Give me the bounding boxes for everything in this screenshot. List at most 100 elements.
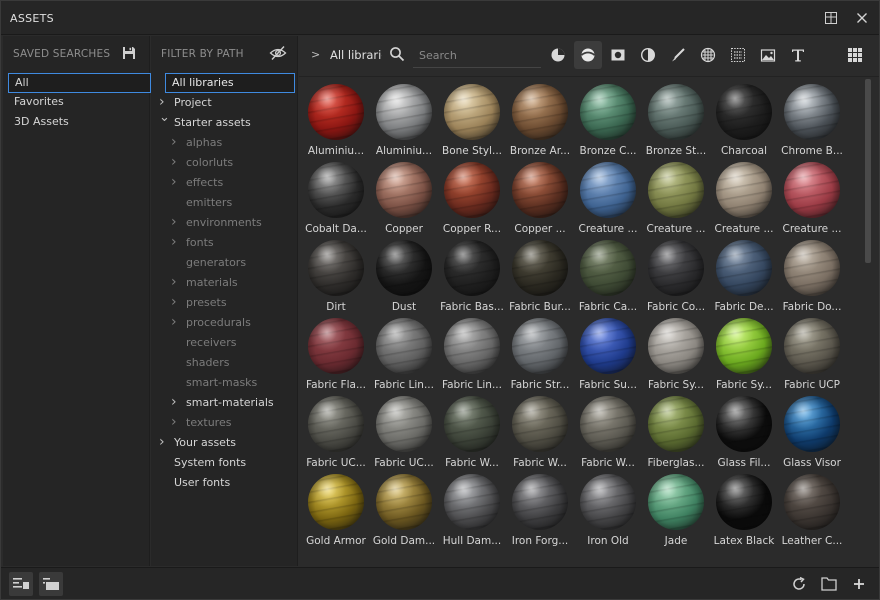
asset-tile[interactable]: Creature ...: [778, 158, 846, 236]
chevron-right-icon[interactable]: ›: [171, 132, 181, 152]
close-icon[interactable]: [854, 10, 870, 26]
asset-tile[interactable]: Fabric W...: [506, 392, 574, 470]
asset-tile[interactable]: Fabric Co...: [642, 236, 710, 314]
asset-tile[interactable]: Dust: [370, 236, 438, 314]
asset-tile[interactable]: Gold Dam...: [370, 470, 438, 548]
chevron-right-icon[interactable]: ›: [171, 272, 181, 292]
asset-label: Hull Dam...: [442, 535, 502, 547]
dock-window-icon[interactable]: [823, 10, 839, 26]
chevron-right-icon[interactable]: ›: [171, 292, 181, 312]
asset-label: Leather C...: [781, 535, 843, 547]
hide-icon[interactable]: [269, 45, 287, 61]
tree-item-label: colorluts: [186, 156, 234, 169]
environment-filter-icon[interactable]: [754, 41, 782, 69]
material-filter-icon[interactable]: [544, 41, 572, 69]
saved-search-item[interactable]: 3D Assets: [8, 113, 151, 133]
thumbnail-shading: [580, 240, 636, 296]
asset-tile[interactable]: Leather C...: [778, 470, 846, 548]
alpha-filter-icon[interactable]: [694, 41, 722, 69]
saved-search-item[interactable]: All: [8, 73, 151, 93]
asset-tile[interactable]: Fabric Bas...: [438, 236, 506, 314]
asset-tile[interactable]: Aluminiu...: [370, 80, 438, 158]
asset-tile[interactable]: Glass Fil...: [710, 392, 778, 470]
list-view-icon[interactable]: [9, 572, 33, 596]
asset-tile[interactable]: Fabric UCP: [778, 314, 846, 392]
asset-tile[interactable]: Bronze C...: [574, 80, 642, 158]
breadcrumb[interactable]: All libraries: [330, 48, 382, 62]
thumbnail-shading: [376, 240, 432, 296]
add-icon[interactable]: [847, 572, 871, 596]
font-filter-icon[interactable]: [784, 41, 812, 69]
asset-tile[interactable]: Hull Dam...: [438, 470, 506, 548]
asset-tile[interactable]: Fabric Bur...: [506, 236, 574, 314]
asset-tile[interactable]: Iron Old: [574, 470, 642, 548]
asset-tile[interactable]: Bronze St...: [642, 80, 710, 158]
refresh-icon[interactable]: [787, 572, 811, 596]
chevron-down-icon[interactable]: ⌄: [159, 108, 170, 128]
asset-tile[interactable]: Glass Visor: [778, 392, 846, 470]
asset-tile[interactable]: Fabric Ca...: [574, 236, 642, 314]
asset-tile[interactable]: Fabric UC...: [370, 392, 438, 470]
save-search-icon[interactable]: [121, 45, 137, 61]
asset-tile[interactable]: Dirt: [302, 236, 370, 314]
scrollbar-thumb[interactable]: [865, 79, 871, 263]
asset-tile[interactable]: Iron Forg...: [506, 470, 574, 548]
chevron-right-icon[interactable]: ›: [171, 172, 181, 192]
asset-tile[interactable]: Fabric Do...: [778, 236, 846, 314]
asset-tile[interactable]: Copper ...: [506, 158, 574, 236]
new-folder-icon[interactable]: [817, 572, 841, 596]
thumbnail-shading: [648, 474, 704, 530]
chevron-right-icon[interactable]: ›: [171, 212, 181, 232]
asset-tile[interactable]: Fabric Str...: [506, 314, 574, 392]
asset-tile[interactable]: Fabric Lin...: [370, 314, 438, 392]
brush-filter-icon[interactable]: [664, 41, 692, 69]
grid-view-icon[interactable]: [39, 572, 63, 596]
view-grid-icon[interactable]: [841, 41, 869, 69]
chevron-right-icon[interactable]: ›: [159, 432, 169, 452]
asset-tile[interactable]: Cobalt Da...: [302, 158, 370, 236]
asset-tile[interactable]: Bone Styl...: [438, 80, 506, 158]
asset-tile[interactable]: Fiberglas...: [642, 392, 710, 470]
asset-tile[interactable]: Fabric W...: [574, 392, 642, 470]
asset-tile[interactable]: Bronze Ar...: [506, 80, 574, 158]
breadcrumb-chevron-icon[interactable]: >: [311, 48, 320, 61]
asset-tile[interactable]: Aluminiu...: [302, 80, 370, 158]
asset-tile[interactable]: Chrome B...: [778, 80, 846, 158]
thumbnail-shading: [308, 474, 364, 530]
generator-filter-icon[interactable]: [634, 41, 662, 69]
asset-tile[interactable]: Copper: [370, 158, 438, 236]
asset-tile[interactable]: Fabric UC...: [302, 392, 370, 470]
asset-tile[interactable]: Fabric De...: [710, 236, 778, 314]
scrollbar[interactable]: [865, 79, 871, 564]
chevron-right-icon[interactable]: ›: [171, 392, 181, 412]
asset-tile[interactable]: Latex Black: [710, 470, 778, 548]
asset-tile[interactable]: Creature ...: [642, 158, 710, 236]
asset-tile[interactable]: Fabric W...: [438, 392, 506, 470]
asset-tile[interactable]: Fabric Su...: [574, 314, 642, 392]
chevron-right-icon[interactable]: ›: [171, 312, 181, 332]
chevron-right-icon[interactable]: ›: [171, 232, 181, 252]
asset-tile[interactable]: Fabric Lin...: [438, 314, 506, 392]
asset-tile[interactable]: Creature ...: [710, 158, 778, 236]
asset-label: Copper ...: [514, 223, 566, 235]
asset-tile[interactable]: Jade: [642, 470, 710, 548]
asset-tile[interactable]: Creature ...: [574, 158, 642, 236]
procedural-filter-icon[interactable]: [724, 41, 752, 69]
asset-tile[interactable]: Fabric Sy...: [642, 314, 710, 392]
asset-tile[interactable]: Charcoal: [710, 80, 778, 158]
smart-mask-filter-icon[interactable]: [604, 41, 632, 69]
asset-label: Gold Armor: [306, 535, 366, 547]
thumbnail-shading: [784, 240, 840, 296]
chevron-right-icon[interactable]: ›: [171, 412, 181, 432]
assets-window: ASSETS SAVED SEARCHES All Favorites 3D Ass…: [0, 0, 880, 600]
saved-search-item[interactable]: Favorites: [8, 93, 151, 113]
chevron-right-icon[interactable]: ›: [171, 152, 181, 172]
asset-tile[interactable]: Fabric Fla...: [302, 314, 370, 392]
tree-item-all-libraries[interactable]: All libraries: [165, 73, 295, 93]
search-input[interactable]: [413, 44, 541, 68]
asset-tile[interactable]: Copper R...: [438, 158, 506, 236]
asset-tile[interactable]: Gold Armor: [302, 470, 370, 548]
asset-tile[interactable]: Fabric Sy...: [710, 314, 778, 392]
asset-thumbnail: [784, 396, 840, 452]
smart-material-filter-icon[interactable]: [574, 41, 602, 69]
